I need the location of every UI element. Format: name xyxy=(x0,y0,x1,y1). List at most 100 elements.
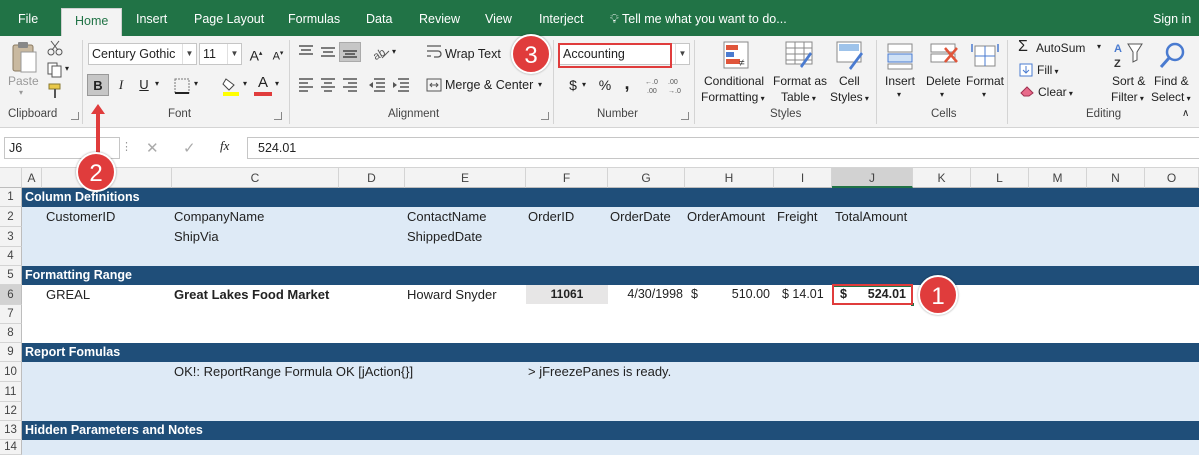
number-launcher-icon[interactable] xyxy=(681,112,689,120)
column-header-o[interactable]: O xyxy=(1145,168,1199,188)
column-header-k[interactable]: K xyxy=(913,168,971,188)
merge-dropdown-icon[interactable]: ▾ xyxy=(538,80,542,89)
grow-font-icon[interactable]: A▴ xyxy=(245,43,267,65)
borders-dropdown-icon[interactable]: ▾ xyxy=(194,79,198,88)
row-header-8[interactable]: 8 xyxy=(0,324,22,343)
italic-button[interactable]: I xyxy=(110,74,132,96)
cell-f10[interactable]: > jFreezePanes is ready. xyxy=(528,364,671,379)
cell-styles-icon[interactable] xyxy=(835,40,865,70)
cell-c10[interactable]: OK!: ReportRange Formula OK [jAction{}] xyxy=(174,364,413,379)
find-select-label-2[interactable]: Select ▾ xyxy=(1151,90,1191,104)
insert-cells-icon[interactable] xyxy=(886,42,914,70)
tab-data[interactable]: Data xyxy=(366,0,392,36)
find-select-icon[interactable] xyxy=(1158,40,1188,70)
font-name-combo[interactable]: Century Gothic ▼ xyxy=(88,43,197,65)
format-painter-icon[interactable] xyxy=(47,83,63,99)
cell-e3[interactable]: ShippedDate xyxy=(407,229,482,244)
cell-i2[interactable]: Freight xyxy=(777,209,817,224)
section-header-report-formulas[interactable]: Report Fomulas xyxy=(22,343,1199,362)
section-header-hidden-parameters[interactable]: Hidden Parameters and Notes xyxy=(22,421,1199,440)
bold-button[interactable]: B xyxy=(87,74,109,96)
tab-home[interactable]: Home xyxy=(61,8,123,36)
cancel-icon[interactable]: ✕ xyxy=(146,139,159,157)
enter-icon[interactable]: ✓ xyxy=(183,139,196,157)
merge-center-icon[interactable] xyxy=(426,78,442,92)
fill-button[interactable]: Fill ▾ xyxy=(1037,63,1059,77)
tab-file[interactable]: File xyxy=(18,0,38,36)
sort-filter-label-2[interactable]: Filter ▾ xyxy=(1111,90,1144,104)
cell-g2[interactable]: OrderDate xyxy=(610,209,671,224)
delete-cells-icon[interactable] xyxy=(929,42,959,70)
currency-dropdown-icon[interactable]: ▾ xyxy=(582,80,586,89)
column-header-n[interactable]: N xyxy=(1087,168,1145,188)
font-size-combo[interactable]: 11 ▼ xyxy=(199,43,242,65)
row-header-1[interactable]: 1 xyxy=(0,188,22,207)
align-right-icon[interactable] xyxy=(342,78,358,92)
fill-icon[interactable] xyxy=(1019,63,1033,77)
row-header-7[interactable]: 7 xyxy=(0,305,22,324)
conditional-formatting-icon[interactable]: ≠ xyxy=(722,40,750,70)
formula-input[interactable]: 524.01 xyxy=(247,137,1199,159)
format-cells-icon[interactable] xyxy=(971,42,999,70)
tab-view[interactable]: View xyxy=(485,0,512,36)
cell-b2[interactable]: CustomerID xyxy=(46,209,115,224)
row-header-13[interactable]: 13 xyxy=(0,421,22,440)
column-header-e[interactable]: E xyxy=(405,168,526,188)
fill-color-icon[interactable] xyxy=(222,76,240,96)
collapse-ribbon-icon[interactable]: ∧ xyxy=(1182,108,1189,119)
middle-align-icon[interactable] xyxy=(320,45,336,59)
cell-h6[interactable]: 510.00 xyxy=(700,287,770,301)
increase-indent-icon[interactable] xyxy=(392,78,410,92)
cell-c3[interactable]: ShipVia xyxy=(174,229,219,244)
column-header-f[interactable]: F xyxy=(526,168,608,188)
orientation-icon[interactable]: ab xyxy=(372,44,390,60)
column-header-g[interactable]: G xyxy=(608,168,685,188)
column-header-i[interactable]: I xyxy=(774,168,832,188)
row-header-9[interactable]: 9 xyxy=(0,343,22,362)
paste-icon[interactable] xyxy=(10,40,38,74)
row-header-2[interactable]: 2 xyxy=(0,207,22,227)
row-header-5[interactable]: 5 xyxy=(0,266,22,285)
section-header-formatting-range[interactable]: Formatting Range xyxy=(22,266,1199,285)
cut-icon[interactable] xyxy=(47,40,63,56)
cell-styles-label-2[interactable]: Styles ▾ xyxy=(830,90,869,104)
tab-review[interactable]: Review xyxy=(419,0,460,36)
conditional-formatting-label-2[interactable]: Formatting ▾ xyxy=(701,90,765,104)
select-all-corner[interactable] xyxy=(0,168,22,188)
section-header-column-definitions[interactable]: Column Definitions xyxy=(22,188,1199,207)
delete-dropdown-icon[interactable]: ▾ xyxy=(940,90,944,99)
align-left-icon[interactable] xyxy=(298,78,314,92)
orientation-dropdown-icon[interactable]: ▾ xyxy=(392,47,396,56)
cell-f2[interactable]: OrderID xyxy=(528,209,574,224)
autosum-dropdown-icon[interactable]: ▾ xyxy=(1097,42,1101,51)
merge-center-button[interactable]: Merge & Center xyxy=(445,78,533,92)
cell-j2[interactable]: TotalAmount xyxy=(835,209,907,224)
paste-label[interactable]: Paste xyxy=(8,74,39,88)
sort-filter-icon[interactable]: AZ xyxy=(1114,40,1144,70)
decrease-decimal-icon[interactable]: .00→.0 xyxy=(668,76,690,94)
shrink-font-icon[interactable]: A▾ xyxy=(267,43,289,65)
font-launcher-icon[interactable] xyxy=(274,112,282,120)
bottom-align-icon[interactable] xyxy=(339,42,361,62)
eraser-icon[interactable] xyxy=(1019,85,1035,97)
clipboard-launcher-icon[interactable] xyxy=(71,112,79,120)
top-align-icon[interactable] xyxy=(298,45,314,59)
column-header-j[interactable]: J xyxy=(832,168,913,188)
sort-filter-label-1[interactable]: Sort & xyxy=(1112,74,1145,88)
delete-button[interactable]: Delete xyxy=(926,74,961,88)
decrease-indent-icon[interactable] xyxy=(368,78,386,92)
clear-button[interactable]: Clear ▾ xyxy=(1038,85,1073,99)
underline-dropdown-icon[interactable]: ▾ xyxy=(155,79,159,88)
alignment-launcher-icon[interactable] xyxy=(541,112,549,120)
font-color-dropdown-icon[interactable]: ▾ xyxy=(275,79,279,88)
chevron-down-icon[interactable]: ▼ xyxy=(227,44,241,64)
row-header-11[interactable]: 11 xyxy=(0,382,22,402)
find-select-label-1[interactable]: Find & xyxy=(1154,74,1189,88)
cell-g6[interactable]: 4/30/1998 xyxy=(610,287,683,301)
name-box-dropdown-icon[interactable]: ⋮ xyxy=(121,140,132,153)
cell-e6[interactable]: Howard Snyder xyxy=(407,287,497,302)
row-header-6[interactable]: 6 xyxy=(0,285,22,305)
comma-button[interactable]: , xyxy=(616,72,638,94)
sign-in-link[interactable]: Sign in xyxy=(1153,0,1191,36)
autosum-button[interactable]: AutoSum xyxy=(1036,41,1085,55)
